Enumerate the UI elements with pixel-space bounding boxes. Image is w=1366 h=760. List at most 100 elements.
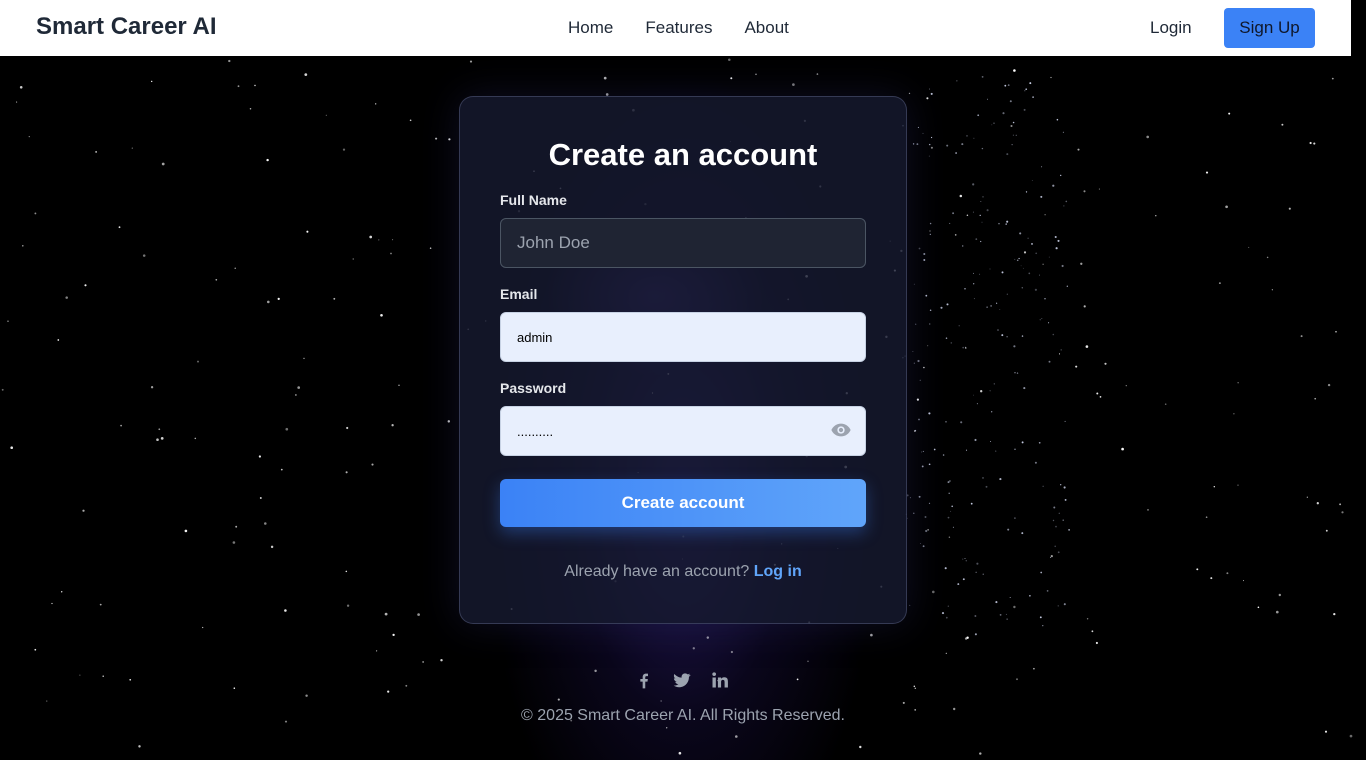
star: [1237, 382, 1239, 384]
star: [16, 101, 18, 103]
star: [1333, 612, 1336, 616]
star: [1042, 485, 1044, 487]
star: [976, 562, 979, 565]
star: [918, 495, 921, 498]
star: [1031, 180, 1033, 182]
nav-home-link[interactable]: Home: [568, 18, 613, 38]
star: [1325, 529, 1328, 532]
star: [429, 247, 432, 249]
star: [1075, 365, 1078, 368]
star: [927, 529, 929, 531]
star: [1023, 108, 1026, 111]
star: [982, 477, 984, 479]
star: [1014, 258, 1016, 260]
star: [945, 421, 947, 423]
star: [945, 337, 948, 339]
facebook-icon[interactable]: [634, 670, 654, 690]
star: [955, 152, 958, 154]
star: [973, 394, 975, 396]
scrollbar[interactable]: [1351, 0, 1366, 56]
star: [1063, 486, 1066, 489]
star: [1024, 90, 1026, 92]
star: [975, 571, 977, 573]
star: [1147, 509, 1149, 511]
star: [346, 426, 349, 430]
twitter-icon[interactable]: [672, 670, 692, 690]
star: [34, 212, 37, 215]
star: [392, 239, 394, 241]
star: [915, 323, 917, 325]
nav-features-link[interactable]: Features: [645, 18, 712, 38]
star: [995, 601, 998, 604]
star: [923, 366, 925, 369]
star: [10, 446, 14, 450]
nav-about-link[interactable]: About: [744, 18, 788, 38]
star: [1022, 267, 1024, 269]
star: [99, 603, 102, 606]
linkedin-icon[interactable]: [710, 670, 730, 690]
star: [305, 694, 308, 697]
star: [118, 226, 121, 229]
star: [1125, 385, 1127, 387]
star: [1085, 345, 1089, 348]
star: [129, 678, 132, 681]
star: [215, 278, 218, 281]
create-account-button[interactable]: Create account: [500, 479, 866, 527]
star: [19, 86, 23, 89]
star: [1006, 618, 1008, 620]
star: [945, 652, 947, 654]
login-link[interactable]: Login: [1150, 18, 1192, 38]
star: [1335, 330, 1337, 333]
star: [1300, 335, 1303, 338]
signup-button[interactable]: Sign Up: [1224, 8, 1315, 48]
star: [264, 522, 267, 525]
password-input[interactable]: [500, 406, 866, 456]
star: [986, 306, 988, 308]
star: [917, 359, 920, 363]
star: [1013, 605, 1016, 609]
star: [728, 58, 731, 62]
star: [65, 296, 68, 299]
star: [918, 247, 921, 250]
star: [1025, 88, 1028, 91]
star: [1021, 287, 1024, 289]
star: [57, 339, 60, 341]
star: [202, 626, 204, 629]
star: [1060, 349, 1062, 351]
star: [1021, 532, 1024, 535]
star: [973, 298, 975, 300]
star: [46, 700, 48, 702]
star: [1058, 353, 1061, 355]
star: [1041, 317, 1043, 320]
star: [924, 516, 927, 518]
star: [1316, 502, 1319, 505]
star: [1309, 141, 1312, 145]
star: [228, 59, 231, 63]
star: [1057, 605, 1059, 607]
star: [1034, 288, 1037, 291]
star: [952, 526, 954, 528]
star: [1104, 362, 1107, 365]
brand-logo[interactable]: Smart Career AI: [36, 13, 217, 41]
star: [972, 211, 974, 213]
star: [1331, 77, 1334, 80]
star: [1053, 506, 1056, 509]
star: [986, 209, 989, 212]
star: [948, 536, 951, 538]
login-link-footer[interactable]: Log in: [754, 563, 802, 580]
star: [1096, 392, 1099, 395]
eye-icon[interactable]: [830, 419, 852, 441]
full-name-input[interactable]: [500, 218, 866, 268]
star: [258, 455, 262, 458]
email-input[interactable]: [500, 312, 866, 362]
star: [982, 196, 984, 198]
star: [151, 80, 153, 83]
star: [95, 151, 97, 153]
star: [150, 386, 154, 389]
star: [706, 636, 710, 639]
star: [1014, 372, 1016, 374]
star: [925, 529, 928, 533]
star: [989, 390, 991, 392]
star: [1098, 188, 1100, 190]
star: [958, 325, 960, 327]
